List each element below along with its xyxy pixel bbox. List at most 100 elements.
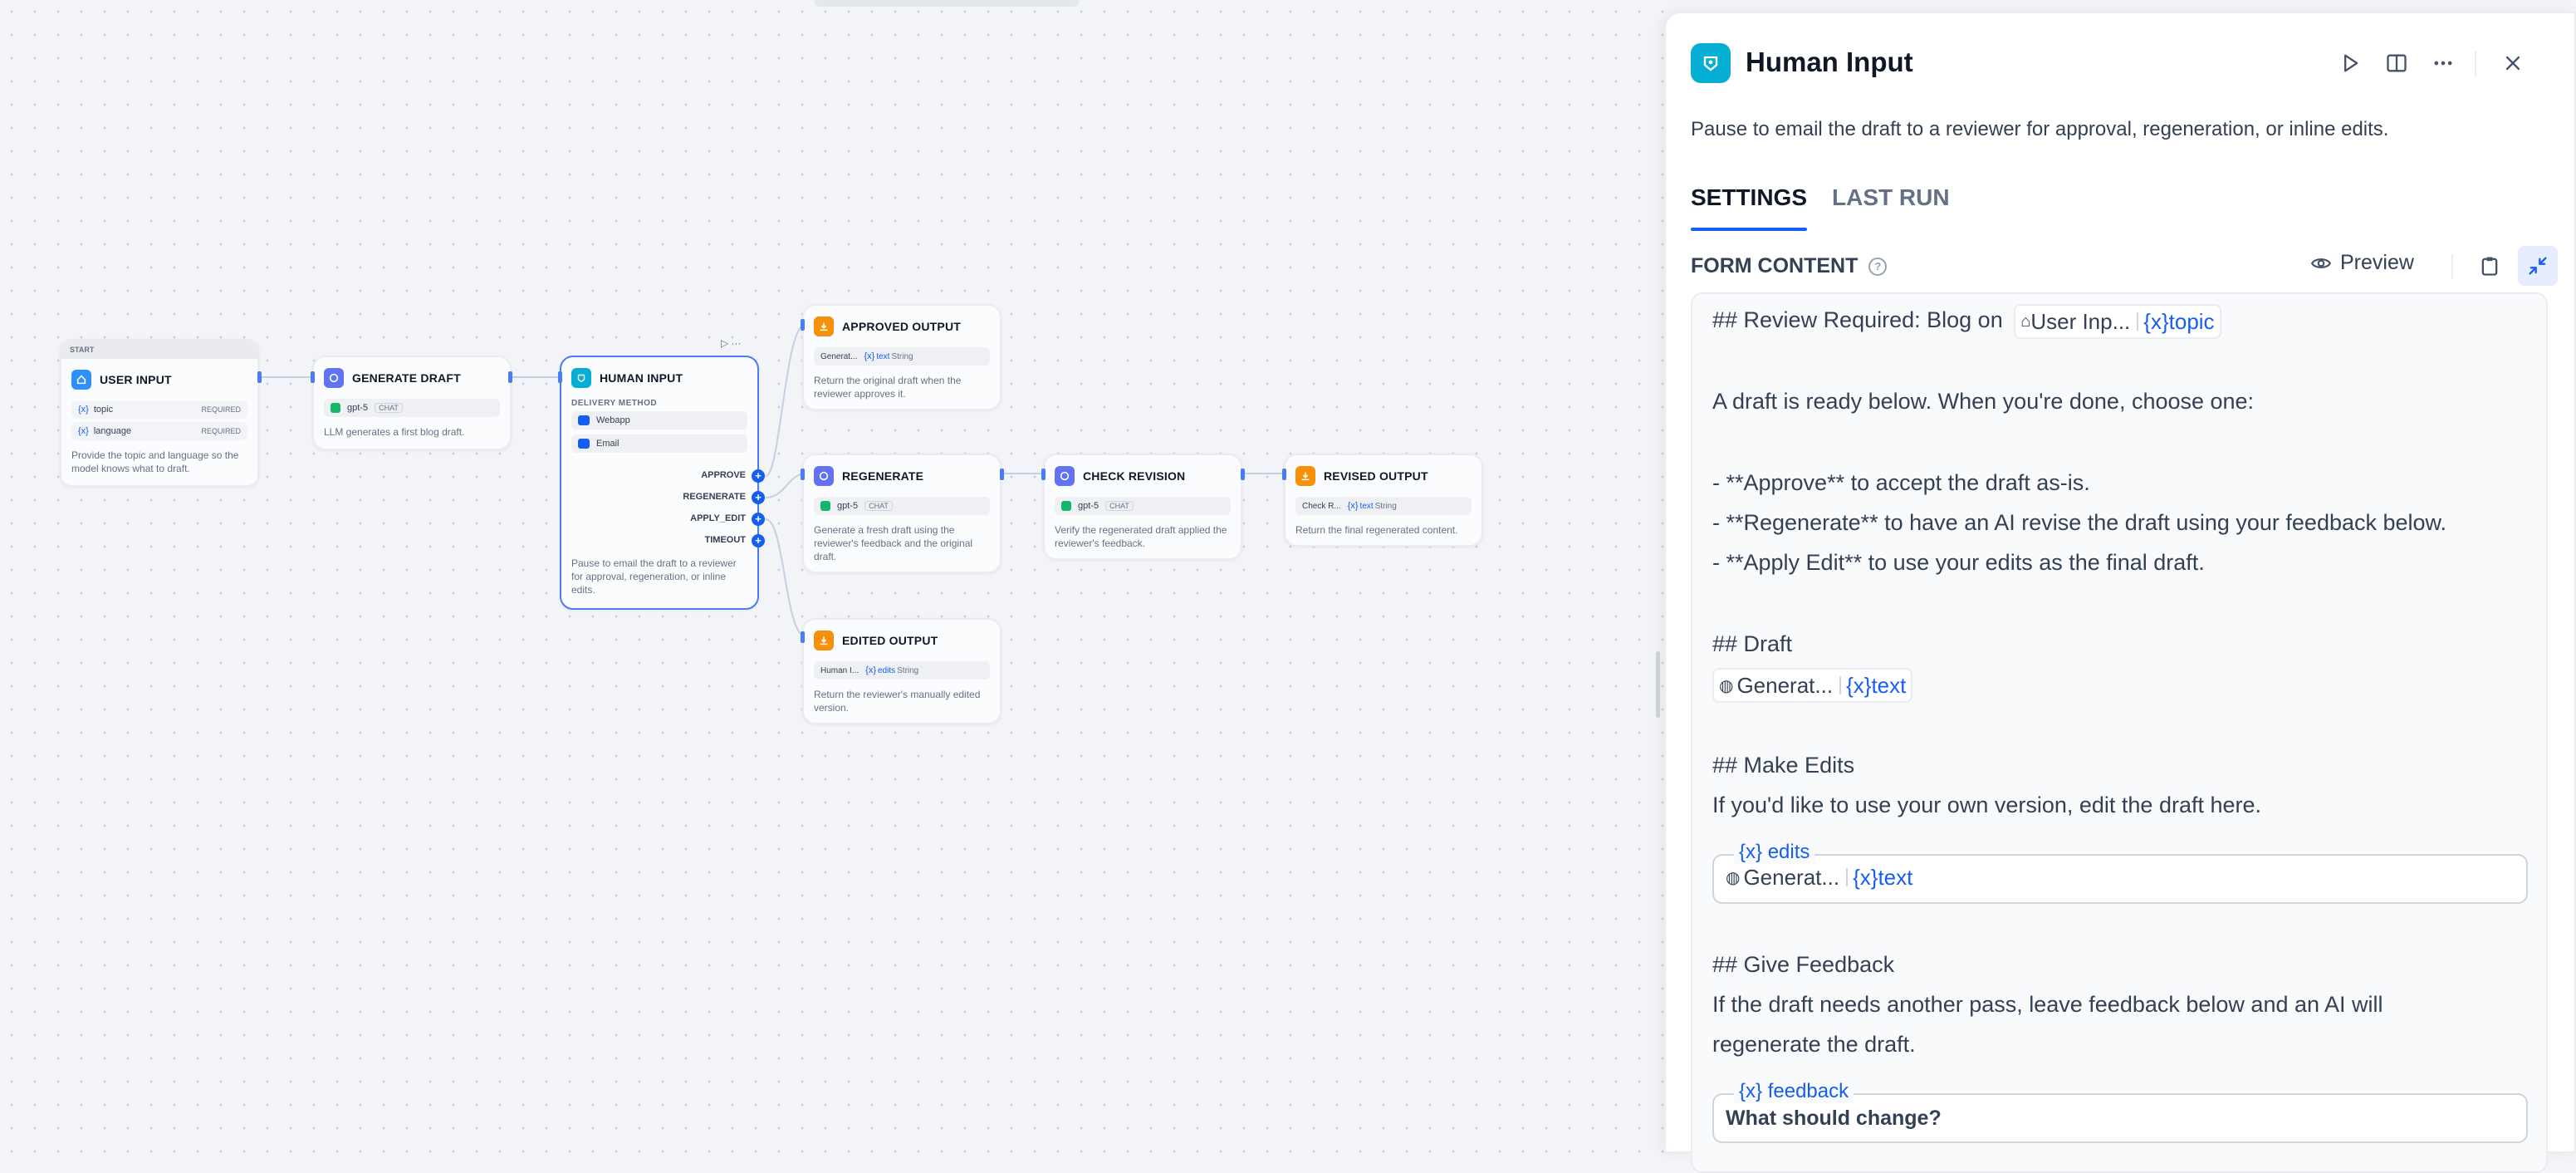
editor-line: ## Draft xyxy=(1712,631,1793,656)
node-toolbar[interactable]: ▷ ··· xyxy=(721,337,742,349)
editor-line: A draft is ready below. When you're done… xyxy=(1712,389,2255,414)
add-branch-approve-button[interactable]: + xyxy=(752,469,765,483)
node-title: CHECK REVISION xyxy=(1083,469,1186,483)
node-title: USER INPUT xyxy=(100,373,172,386)
editor-line: regenerate the draft. xyxy=(1712,1032,1916,1057)
home-icon: ⌂ xyxy=(2020,312,2031,331)
output-handle[interactable] xyxy=(1000,469,1004,480)
branch-apply-edit: APPLY_EDIT xyxy=(690,513,746,523)
feedback-field-label: {x} feedback xyxy=(1734,1080,1854,1103)
variable-icon: {x} xyxy=(1853,864,1878,890)
feedback-field[interactable]: {x} feedback What should change? xyxy=(1712,1080,2528,1143)
preview-button[interactable]: Preview xyxy=(2310,251,2414,275)
node-user-input[interactable]: START USER INPUT {x} topic REQUIRED {x} … xyxy=(60,339,259,487)
editor-line: If you'd like to use your own version, e… xyxy=(1712,793,2262,817)
node-edited-output[interactable]: EDITED OUTPUT Human I... {x} edits Strin… xyxy=(802,618,1002,724)
email-icon xyxy=(578,439,590,449)
node-revised-output[interactable]: REVISED OUTPUT Check R... {x} text Strin… xyxy=(1284,454,1483,547)
node-title: REGENERATE xyxy=(842,469,924,483)
panel-description[interactable]: Pause to email the draft to a reviewer f… xyxy=(1691,118,2388,141)
mode-tag: CHAT xyxy=(864,501,893,511)
add-branch-apply-edit-button[interactable]: + xyxy=(752,513,765,526)
input-handle[interactable] xyxy=(801,631,805,643)
node-generate-draft[interactable]: GENERATE DRAFT gpt-5 CHAT LLM generates … xyxy=(312,356,512,450)
input-handle[interactable] xyxy=(1041,469,1046,480)
llm-icon: ◍ xyxy=(1726,868,1741,887)
editor-line: ## Make Edits xyxy=(1712,753,1855,778)
source-node: Human I... xyxy=(820,665,859,675)
panel-title[interactable]: Human Input xyxy=(1746,47,1913,78)
edits-field[interactable]: {x} edits ◍ Generat... {x} text xyxy=(1712,841,2528,904)
editor-line-draft-chip: ◍ Generat... {x} text xyxy=(1712,668,1913,703)
openai-icon xyxy=(1061,501,1071,511)
run-icon[interactable] xyxy=(2334,47,2367,80)
required-badge: REQUIRED xyxy=(201,427,241,435)
llm-icon: ◍ xyxy=(1719,676,1734,695)
var-name: topic xyxy=(93,405,114,415)
input-handle[interactable] xyxy=(1282,469,1286,480)
edge-branches xyxy=(765,323,1284,637)
add-branch-regenerate-button[interactable]: + xyxy=(752,491,765,504)
node-regenerate[interactable]: REGENERATE gpt-5 CHAT Generate a fresh d… xyxy=(802,454,1002,573)
variable-icon: {x} xyxy=(78,405,89,415)
node-title: APPROVED OUTPUT xyxy=(842,320,962,333)
chip-divider xyxy=(1846,868,1849,886)
input-handle[interactable] xyxy=(801,469,805,480)
variable-chip-text[interactable]: ◍ Generat... {x} text xyxy=(1721,861,1917,893)
webapp-icon xyxy=(578,415,590,425)
node-approved-output[interactable]: APPROVED OUTPUT Generat... {x} text Stri… xyxy=(802,304,1002,410)
mode-tag: CHAT xyxy=(375,403,403,413)
mode-tag: CHAT xyxy=(1105,501,1134,511)
openai-icon xyxy=(820,501,830,511)
chip-source: Generat... xyxy=(1736,672,1834,698)
node-description: Pause to email the draft to a reviewer f… xyxy=(571,557,737,596)
help-icon[interactable]: ? xyxy=(1868,258,1888,277)
output-handle[interactable] xyxy=(1241,469,1245,480)
variable-icon: {x} xyxy=(864,351,875,361)
variable-chip-topic[interactable]: ⌂ User Inp... {x} topic xyxy=(2014,304,2221,339)
var-type: String xyxy=(891,351,913,361)
output-handle[interactable] xyxy=(508,371,512,383)
node-check-revision[interactable]: CHECK REVISION gpt-5 CHAT Verify the reg… xyxy=(1043,454,1242,560)
input-handle[interactable] xyxy=(311,371,315,383)
node-title: GENERATE DRAFT xyxy=(352,371,461,385)
branch-regenerate: REGENERATE xyxy=(683,492,746,502)
node-description: LLM generates a first blog draft. xyxy=(324,426,465,438)
source-node: Generat... xyxy=(820,351,858,361)
feedback-placeholder: What should change? xyxy=(1726,1107,1942,1130)
tab-settings[interactable]: SETTINGS xyxy=(1691,184,1807,211)
active-tab-indicator xyxy=(1691,228,1807,231)
clipboard-icon[interactable] xyxy=(2473,249,2506,282)
llm-icon xyxy=(814,466,834,486)
output-handle[interactable] xyxy=(257,371,262,383)
input-handle[interactable] xyxy=(558,371,562,383)
variable-icon: {x} xyxy=(1347,501,1359,511)
editor-line: ## Give Feedback xyxy=(1712,952,1895,977)
llm-icon xyxy=(324,368,344,388)
method-name: Webapp xyxy=(596,415,630,425)
close-icon[interactable] xyxy=(2496,47,2529,80)
chip-divider xyxy=(1839,676,1842,694)
panel-resize-handle[interactable] xyxy=(1656,651,1660,718)
collapse-icon[interactable] xyxy=(2518,246,2558,286)
split-view-icon[interactable] xyxy=(2380,47,2413,80)
node-human-input[interactable]: HUMAN INPUT DELIVERY METHOD Webapp Email… xyxy=(560,356,759,610)
input-handle[interactable] xyxy=(801,319,805,331)
form-content-editor[interactable]: ## Review Required: Blog on ⌂ User Inp..… xyxy=(1691,292,2548,1173)
more-icon[interactable] xyxy=(2427,47,2460,80)
toolbar-divider xyxy=(2475,52,2476,76)
add-branch-timeout-button[interactable]: + xyxy=(752,534,765,547)
editor-line: - **Regenerate** to have an AI revise th… xyxy=(1712,510,2447,535)
variable-icon: {x} xyxy=(1846,672,1872,698)
model-name: gpt-5 xyxy=(1078,501,1099,511)
method-name: Email xyxy=(596,439,620,449)
tab-last-run[interactable]: LAST RUN xyxy=(1832,184,1950,211)
form-content-label: FORM CONTENT ? xyxy=(1691,254,1888,278)
human-input-icon xyxy=(571,368,591,388)
editor-line: If the draft needs another pass, leave f… xyxy=(1712,992,2383,1017)
variable-chip-text[interactable]: ◍ Generat... {x} text xyxy=(1712,668,1913,703)
node-description: Generate a fresh draft using the reviewe… xyxy=(814,524,973,562)
var-name: edits xyxy=(878,665,896,675)
var-type: String xyxy=(897,665,919,675)
workflow-canvas[interactable]: START USER INPUT {x} topic REQUIRED {x} … xyxy=(0,0,1669,1153)
